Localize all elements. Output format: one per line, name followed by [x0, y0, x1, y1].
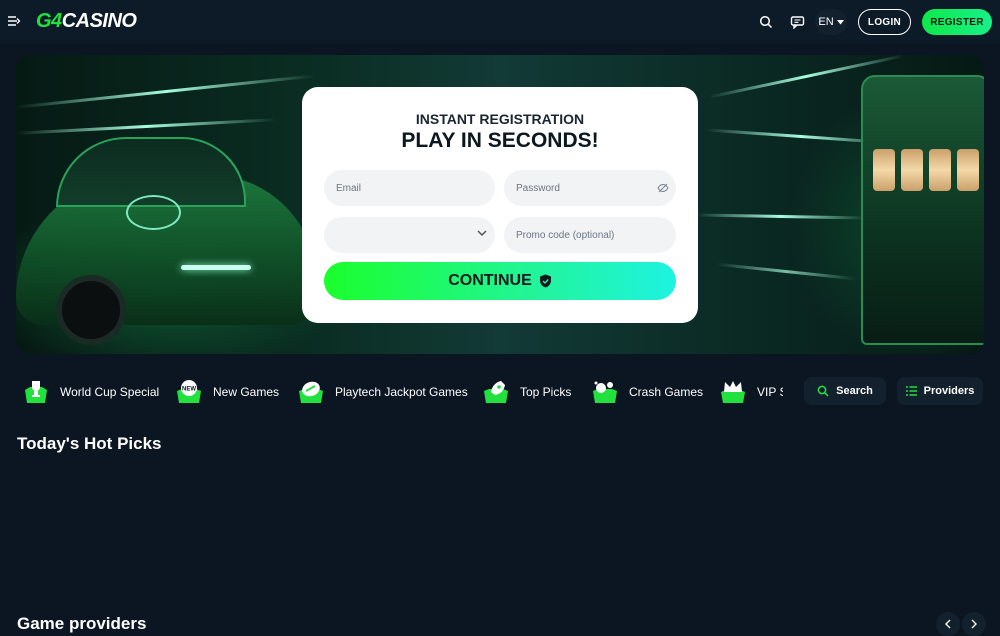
- crown-icon: [719, 378, 747, 406]
- continue-button[interactable]: CONTINUE: [324, 262, 676, 300]
- login-button[interactable]: LOGIN: [858, 9, 911, 35]
- email-field[interactable]: [324, 170, 495, 206]
- register-button[interactable]: REGISTER: [922, 9, 992, 35]
- category-label: Top Picks: [520, 385, 572, 399]
- new-badge-icon: NEW: [175, 378, 203, 406]
- category-crash-games[interactable]: Crash Games: [591, 372, 703, 412]
- light-streak: [16, 74, 316, 109]
- category-new-games[interactable]: NEW New Games: [175, 372, 279, 412]
- hot-picks-heading: Today's Hot Picks: [17, 434, 162, 453]
- providers-label: Providers: [923, 385, 975, 397]
- logo-mark: G4: [36, 10, 62, 32]
- shield-check-icon: [539, 274, 551, 288]
- chevron-left-icon: [945, 619, 951, 629]
- category-world-cup-special[interactable]: World Cup Special: [22, 372, 159, 412]
- jackpot-icon: [297, 378, 325, 406]
- slot-reel: [957, 149, 979, 191]
- category-vip[interactable]: VIP S: [719, 372, 783, 412]
- search-label: Search: [836, 385, 873, 397]
- slot-reel: [929, 149, 951, 191]
- hide-password-icon[interactable]: [657, 183, 669, 193]
- rocket-icon: [482, 378, 510, 406]
- category-top-picks[interactable]: Top Picks: [482, 372, 571, 412]
- slot-reel: [901, 149, 923, 191]
- games-search-button[interactable]: Search: [804, 377, 886, 405]
- category-label: Playtech Jackpot Games: [335, 385, 468, 399]
- category-label: Crash Games: [629, 385, 704, 399]
- search-icon: [759, 15, 773, 29]
- brand-logo[interactable]: G4 CASINO: [36, 10, 137, 33]
- category-label: New Games: [213, 385, 280, 399]
- car-headlight-shape: [126, 195, 181, 230]
- search-button[interactable]: [753, 9, 779, 35]
- providers-prev-button[interactable]: [936, 612, 960, 636]
- registration-card: INSTANT REGISTRATION PLAY IN SECONDS! CO…: [302, 87, 698, 323]
- list-icon: [905, 386, 917, 396]
- chat-button[interactable]: [784, 9, 810, 35]
- providers-filter-button[interactable]: Providers: [897, 377, 983, 405]
- crash-icon: [591, 378, 619, 406]
- registration-subtitle: INSTANT REGISTRATION: [415, 111, 585, 127]
- slot-machine-image: [861, 75, 984, 345]
- light-streak: [695, 213, 867, 220]
- slot-reel: [873, 149, 895, 191]
- category-playtech-jackpot-games[interactable]: Playtech Jackpot Games: [297, 372, 468, 412]
- search-icon: [817, 385, 829, 397]
- game-providers-heading: Game providers: [17, 614, 147, 633]
- top-header: G4 CASINO EN LOGIN REGISTER: [0, 0, 1000, 44]
- category-label: VIP S: [757, 385, 783, 399]
- continue-label: CONTINUE: [448, 272, 532, 289]
- svg-text:NEW: NEW: [182, 387, 196, 393]
- currency-select[interactable]: [324, 217, 495, 253]
- language-selector[interactable]: EN: [815, 9, 847, 35]
- chevron-down-icon: [477, 230, 487, 237]
- caret-down-icon: [836, 19, 844, 24]
- chat-icon: [790, 16, 804, 29]
- language-label: EN: [818, 16, 834, 28]
- providers-next-button[interactable]: [962, 612, 986, 636]
- promo-code-field[interactable]: [504, 217, 676, 253]
- menu-toggle-icon[interactable]: [7, 14, 21, 28]
- password-field[interactable]: [504, 170, 676, 206]
- logo-text: CASINO: [61, 10, 137, 32]
- light-streak: [716, 262, 856, 281]
- car-light-strip: [181, 265, 251, 270]
- light-streak: [16, 118, 276, 135]
- chevron-right-icon: [971, 619, 977, 629]
- trophy-icon: [22, 378, 50, 406]
- category-label: World Cup Special: [60, 385, 160, 399]
- registration-title: PLAY IN SECONDS!: [401, 129, 599, 152]
- car-wheel-shape: [56, 275, 126, 345]
